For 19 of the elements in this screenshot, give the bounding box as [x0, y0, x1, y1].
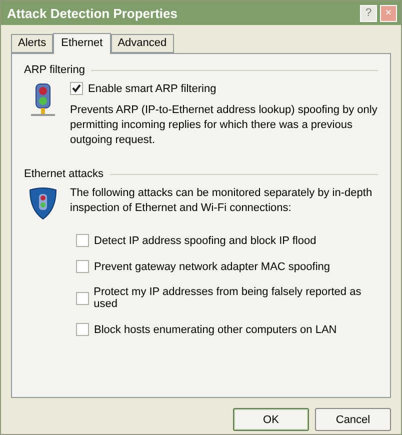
section-heading: Ethernet attacks — [24, 168, 104, 180]
checkbox[interactable]: Enable smart ARP filtering — [70, 82, 378, 95]
window-title: Attack Detection Properties — [7, 6, 178, 20]
traffic-light-icon — [28, 82, 58, 118]
checkbox[interactable]: Prevent gateway network adapter MAC spoofing — [76, 260, 378, 273]
checkbox[interactable]: Detect IP address spoofing and block IP flood — [76, 234, 378, 247]
tab[interactable]: Alerts — [11, 34, 54, 53]
description: Prevents ARP (IP-to-Ethernet address lookup) spoofing by only permitting incoming replies for which there was a previous outgoing request. — [70, 103, 378, 148]
section-heading: ARP filtering — [24, 64, 85, 76]
checkbox[interactable]: Protect my IP addresses from being falsely reported as used — [76, 286, 378, 310]
help-button[interactable]: ? — [360, 4, 377, 22]
dialog-button[interactable]: OK — [233, 408, 309, 431]
description: The following attacks can be monitored separately by in-depth inspection of Ethernet and Wi-Fi connections: — [70, 186, 374, 216]
checkbox[interactable]: Block hosts enumerating other computers on LAN — [76, 323, 378, 336]
check-icon — [72, 84, 81, 93]
shield-icon — [28, 186, 58, 220]
dialog-button[interactable]: Cancel — [315, 408, 391, 431]
tab[interactable]: Advanced — [110, 34, 174, 53]
tab[interactable]: Ethernet — [53, 33, 111, 54]
